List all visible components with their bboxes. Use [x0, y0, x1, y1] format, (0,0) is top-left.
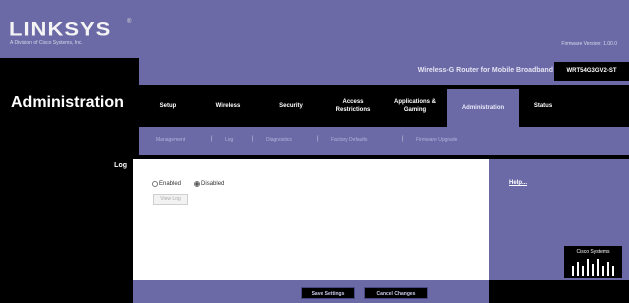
- tab-label: Wireless: [215, 103, 241, 109]
- logo-trademark: ®: [127, 19, 132, 25]
- footer-left: [0, 280, 133, 303]
- model-number: WRT54G3GV2-ST: [554, 62, 629, 81]
- log-enabled-radio[interactable]: [152, 181, 158, 187]
- help-column: Help... Cisco Systems: [489, 159, 629, 280]
- tab-label: Administration: [461, 105, 505, 111]
- subtab-separator: |: [252, 136, 254, 142]
- sub-tab-bar: Management | Log | Diagnostics | Factory…: [139, 127, 629, 155]
- subtab-separator: |: [211, 136, 213, 142]
- tab-label: Setup: [159, 103, 177, 109]
- tab-wireless[interactable]: Wireless: [197, 85, 259, 127]
- view-log-button[interactable]: View Log: [153, 194, 188, 205]
- subtab-management[interactable]: Management: [156, 137, 185, 143]
- linksys-logo: LINKSYS ® A Division of Cisco Systems, I…: [9, 18, 137, 48]
- tab-applications-gaming[interactable]: Applications & Gaming: [383, 85, 447, 127]
- footer-right: [489, 280, 629, 303]
- help-link[interactable]: Help...: [509, 180, 527, 186]
- product-name: Wireless-G Router for Mobile Broadband: [417, 67, 553, 74]
- tab-label: Security: [279, 103, 303, 109]
- logo-text: LINKSYS: [9, 17, 112, 40]
- cisco-logo-text: Cisco Systems: [576, 249, 610, 255]
- tab-access-restrictions[interactable]: Access Restrictions: [323, 85, 383, 127]
- logo-tagline: A Division of Cisco Systems, Inc.: [10, 40, 83, 46]
- log-radio-group: Enabled Disabled: [152, 181, 224, 187]
- tab-security[interactable]: Security: [259, 85, 323, 127]
- save-settings-button[interactable]: Save Settings: [301, 287, 355, 299]
- log-disabled-label: Disabled: [201, 181, 225, 187]
- tab-setup[interactable]: Setup: [139, 85, 197, 127]
- tab-administration[interactable]: Administration: [447, 89, 519, 127]
- log-enabled-label: Enabled: [159, 181, 182, 187]
- firmware-version: Firmware Version: 1.00.0: [561, 41, 617, 47]
- product-bar: Wireless-G Router for Mobile Broadband W…: [139, 58, 629, 85]
- subtab-diagnostics[interactable]: Diagnostics: [266, 137, 292, 143]
- log-section-label: Log: [114, 162, 127, 169]
- left-column: Log: [0, 159, 133, 280]
- subtab-firmware-upgrade[interactable]: Firmware Upgrade: [416, 137, 457, 143]
- subtab-factory-defaults[interactable]: Factory Defaults: [331, 137, 367, 143]
- subtab-separator: |: [317, 136, 319, 142]
- log-disabled-radio[interactable]: [194, 181, 201, 187]
- main-tab-bar: Setup Wireless Security Access Restricti…: [139, 85, 629, 127]
- tab-label: Status: [533, 103, 553, 109]
- subtab-separator: |: [402, 136, 404, 142]
- log-disabled-option: Disabled: [194, 181, 224, 187]
- tab-label: Access Restrictions: [335, 99, 371, 113]
- cancel-changes-button[interactable]: Cancel Changes: [364, 287, 428, 299]
- tab-status[interactable]: Status: [519, 85, 567, 127]
- tab-label: Applications & Gaming: [393, 99, 436, 113]
- main-content: Enabled Disabled View Log: [133, 159, 489, 280]
- subtab-log[interactable]: Log: [225, 137, 233, 143]
- page-title: Administration: [11, 94, 124, 111]
- top-header: LINKSYS ® A Division of Cisco Systems, I…: [0, 0, 629, 58]
- cisco-bars-icon: [572, 259, 614, 276]
- section-column: Administration: [0, 58, 139, 155]
- footer-button-bar: Save Settings Cancel Changes: [133, 280, 489, 303]
- cisco-systems-logo: Cisco Systems: [564, 246, 622, 278]
